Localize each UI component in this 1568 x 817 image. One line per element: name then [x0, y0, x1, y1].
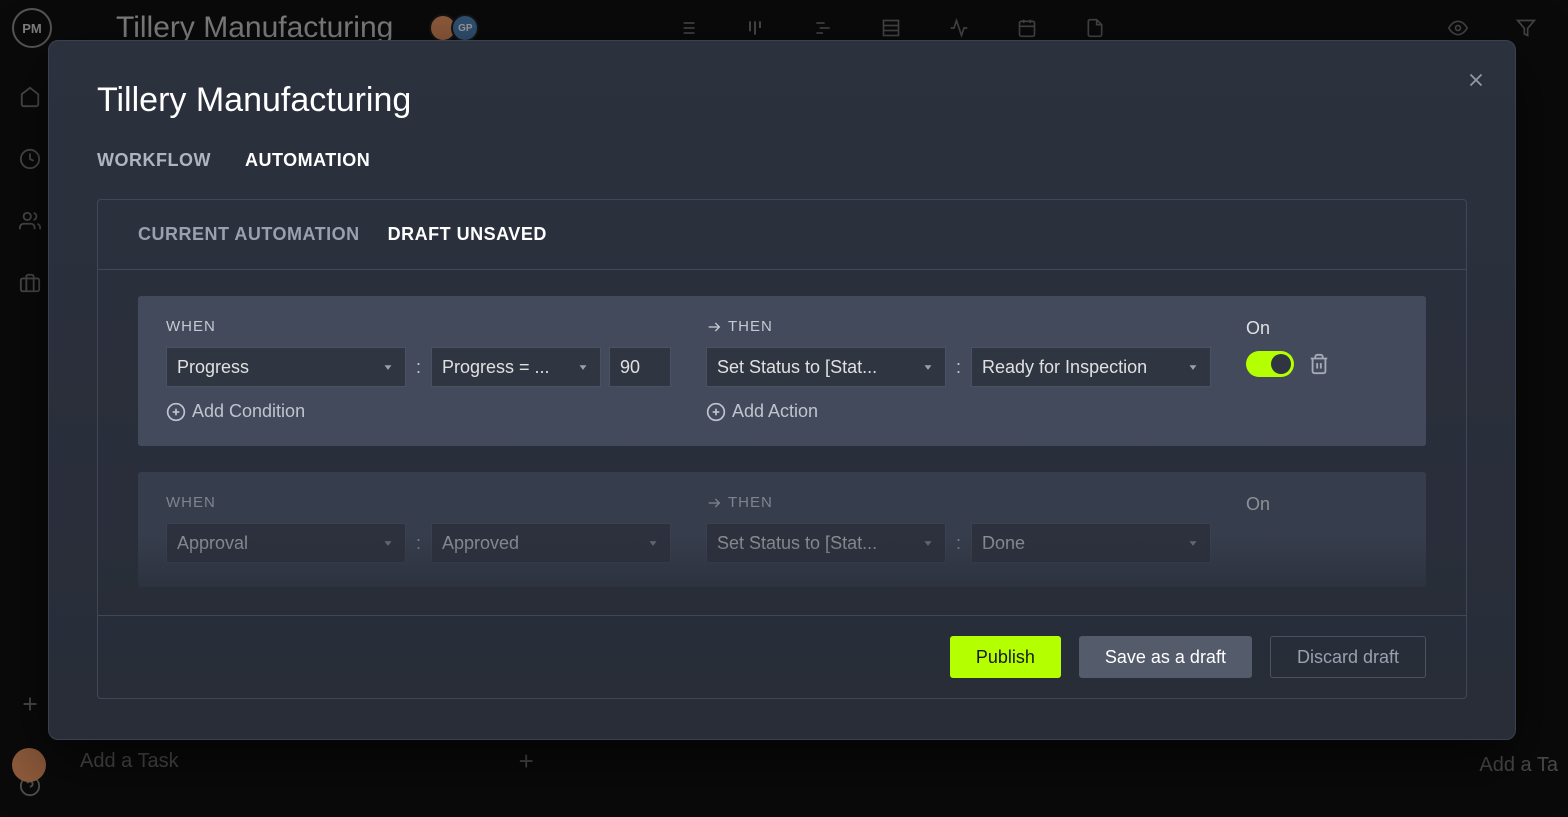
view-icons	[677, 18, 1105, 38]
automation-panel: CURRENT AUTOMATION DRAFT UNSAVED WHEN Pr…	[97, 199, 1467, 699]
add-condition-button[interactable]: Add Condition	[166, 401, 686, 422]
avatar[interactable]: GP	[451, 14, 479, 42]
tab-automation[interactable]: AUTOMATION	[245, 150, 370, 171]
when-column: WHEN Approval : Approved	[166, 494, 686, 563]
arrow-right-icon	[706, 319, 722, 335]
add-task-bg-right: Add a Ta	[1479, 754, 1558, 777]
top-icons-right	[1448, 18, 1536, 38]
sheet-icon[interactable]	[881, 18, 901, 38]
then-value-select[interactable]: Done	[971, 523, 1211, 563]
discard-draft-button[interactable]: Discard draft	[1270, 636, 1426, 678]
plus-circle-icon	[706, 402, 726, 422]
then-label: THEN	[706, 318, 1226, 335]
delete-rule-button[interactable]	[1308, 353, 1330, 375]
separator: :	[954, 533, 963, 554]
chevron-down-icon	[1186, 360, 1200, 374]
chevron-down-icon	[646, 536, 660, 550]
rule-toggle-column: On	[1246, 494, 1376, 563]
then-value-select[interactable]: Ready for Inspection	[971, 347, 1211, 387]
rules-list: WHEN Progress : Progress = ... 90	[98, 270, 1466, 615]
user-avatar[interactable]	[12, 748, 46, 782]
toggle-label: On	[1246, 318, 1270, 339]
save-draft-button[interactable]: Save as a draft	[1079, 636, 1252, 678]
filter-icon[interactable]	[1516, 18, 1536, 38]
close-icon	[1465, 69, 1487, 91]
then-action-select[interactable]: Set Status to [Stat...	[706, 523, 946, 563]
tab-workflow[interactable]: WORKFLOW	[97, 150, 211, 171]
when-operator-select[interactable]: Progress = ...	[431, 347, 601, 387]
then-action-select[interactable]: Set Status to [Stat...	[706, 347, 946, 387]
rule-toggle-column: On	[1246, 318, 1376, 422]
trash-icon	[1308, 353, 1330, 375]
plus-circle-icon	[166, 402, 186, 422]
toggle-label: On	[1246, 494, 1270, 515]
gantt-icon[interactable]	[813, 18, 833, 38]
chevron-down-icon	[381, 360, 395, 374]
activity-icon[interactable]	[949, 18, 969, 38]
close-button[interactable]	[1465, 69, 1487, 91]
when-label: WHEN	[166, 494, 686, 511]
modal-title: Tillery Manufacturing	[97, 81, 1467, 120]
add-task-bg: Add a Task +	[80, 746, 534, 777]
rule-card: WHEN Progress : Progress = ... 90	[138, 296, 1426, 446]
app-logo[interactable]: PM	[12, 8, 52, 48]
chevron-down-icon	[921, 536, 935, 550]
separator: :	[954, 357, 963, 378]
avatar-stack[interactable]: GP	[429, 14, 473, 42]
add-action-button[interactable]: Add Action	[706, 401, 1226, 422]
when-operator-select[interactable]: Approved	[431, 523, 671, 563]
rule-toggle[interactable]	[1246, 351, 1294, 377]
then-column: THEN Set Status to [Stat... : Done	[706, 494, 1226, 563]
chevron-down-icon	[381, 536, 395, 550]
file-icon[interactable]	[1085, 18, 1105, 38]
list-icon[interactable]	[677, 18, 697, 38]
calendar-icon[interactable]	[1017, 18, 1037, 38]
separator: :	[414, 533, 423, 554]
then-column: THEN Set Status to [Stat... : Ready for …	[706, 318, 1226, 422]
briefcase-icon[interactable]	[19, 272, 41, 294]
when-label: WHEN	[166, 318, 686, 335]
subtab-current[interactable]: CURRENT AUTOMATION	[138, 224, 360, 245]
automation-modal: Tillery Manufacturing WORKFLOW AUTOMATIO…	[48, 40, 1516, 740]
chevron-down-icon	[1186, 536, 1200, 550]
panel-footer: Publish Save as a draft Discard draft	[98, 615, 1466, 698]
when-column: WHEN Progress : Progress = ... 90	[166, 318, 686, 422]
board-icon[interactable]	[745, 18, 765, 38]
chevron-down-icon	[921, 360, 935, 374]
users-icon[interactable]	[19, 210, 41, 232]
eye-icon[interactable]	[1448, 18, 1468, 38]
add-icon[interactable]	[19, 693, 41, 715]
publish-button[interactable]: Publish	[950, 636, 1061, 678]
arrow-right-icon	[706, 495, 722, 511]
chevron-down-icon	[576, 360, 590, 374]
when-trigger-select[interactable]: Approval	[166, 523, 406, 563]
rule-card: WHEN Approval : Approved	[138, 472, 1426, 587]
home-icon[interactable]	[19, 86, 41, 108]
subtab-draft[interactable]: DRAFT UNSAVED	[388, 224, 547, 245]
then-label: THEN	[706, 494, 1226, 511]
when-trigger-select[interactable]: Progress	[166, 347, 406, 387]
panel-subtabs: CURRENT AUTOMATION DRAFT UNSAVED	[98, 200, 1466, 270]
modal-tabs: WORKFLOW AUTOMATION	[97, 150, 1467, 171]
separator: :	[414, 357, 423, 378]
when-value-input[interactable]: 90	[609, 347, 671, 387]
clock-icon[interactable]	[19, 148, 41, 170]
